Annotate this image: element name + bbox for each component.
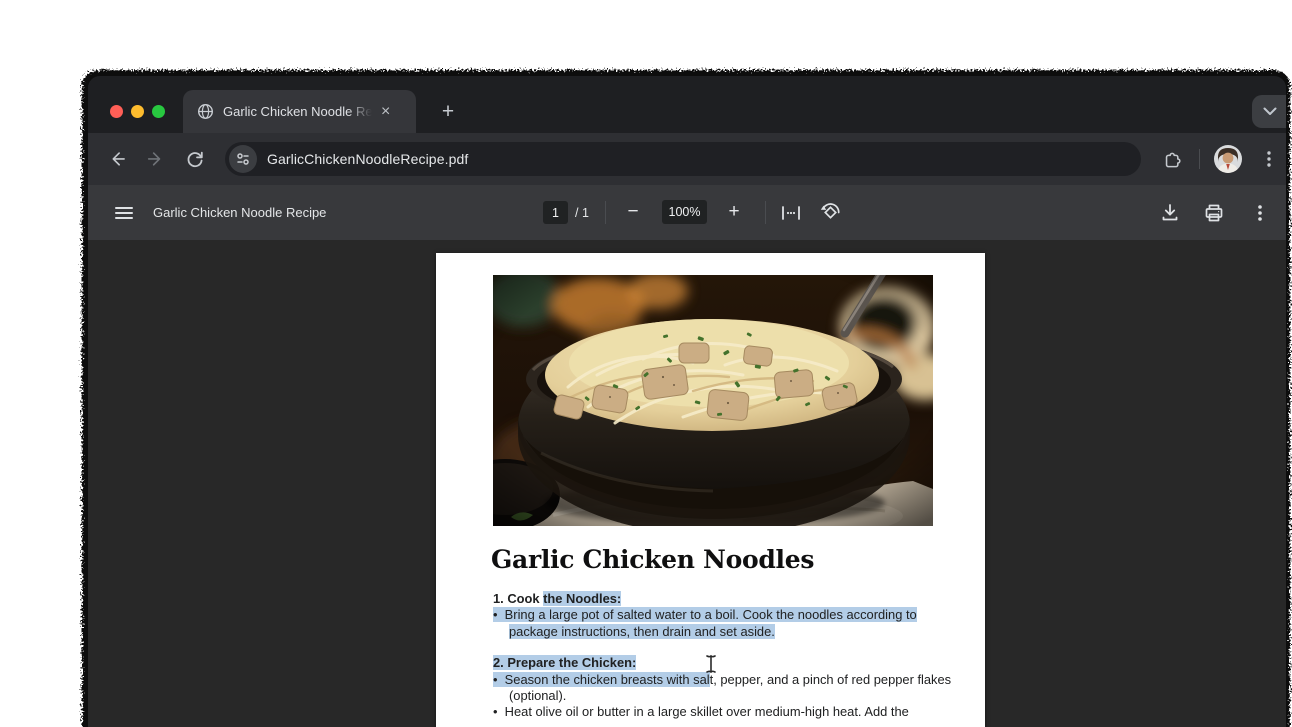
zoom-in-button[interactable]: + (722, 200, 746, 224)
pdf-more-options-button[interactable] (1249, 202, 1271, 224)
back-button[interactable] (107, 149, 127, 169)
new-tab-button[interactable]: + (434, 98, 462, 126)
text-cursor (704, 654, 718, 674)
kebab-icon (1258, 205, 1262, 221)
address-bar[interactable]: GarlicChickenNoodleRecipe.pdf (225, 142, 1141, 176)
tab-title: Garlic Chicken Noodle Reci (223, 104, 375, 119)
pdf-text-line: 2. Prepare the Chicken: (493, 655, 943, 671)
recipe-heading: Garlic Chicken Noodles (491, 545, 814, 574)
recipe-photo (493, 275, 933, 526)
pdf-text-line: package instructions, then drain and set… (493, 624, 943, 640)
zoom-window-button[interactable] (152, 105, 165, 118)
site-settings-button[interactable] (229, 145, 257, 173)
hamburger-icon (116, 208, 132, 218)
browser-toolbar: GarlicChickenNoodleRecipe.pdf (88, 133, 1286, 185)
screenshot: { "window": { "traffic_lights": ["close"… (0, 0, 1292, 727)
pdf-viewer[interactable]: Garlic Chicken Noodles 1. Cook the Noodl… (88, 240, 1286, 727)
pdf-toolbar-divider (605, 201, 606, 224)
pdf-toolbar-divider-2 (765, 201, 766, 224)
extensions-button[interactable] (1162, 149, 1182, 169)
pdf-text-line: • Bring a large pot of salted water to a… (493, 607, 943, 623)
pdf-document-title: Garlic Chicken Noodle Recipe (153, 205, 326, 220)
close-window-button[interactable] (110, 105, 123, 118)
puzzle-icon (1167, 153, 1180, 166)
pdf-text-line: 1. Cook the Noodles: (493, 591, 943, 607)
download-icon (1164, 205, 1177, 220)
tab-garlic-chicken-noodle-recipe[interactable]: Garlic Chicken Noodle Reci × (183, 90, 416, 133)
rotate-button[interactable] (819, 201, 842, 224)
url-text: GarlicChickenNoodleRecipe.pdf (267, 151, 468, 167)
pdf-menu-button[interactable] (113, 202, 135, 224)
zoom-out-button[interactable]: − (621, 200, 645, 224)
fit-to-width-button[interactable] (780, 202, 802, 224)
reload-button[interactable] (185, 149, 205, 169)
profile-avatar[interactable] (1214, 145, 1242, 178)
minimize-window-button[interactable] (131, 105, 144, 118)
toolbar-divider (1199, 149, 1200, 169)
globe-icon (197, 103, 214, 120)
rotate-ccw-icon (821, 204, 839, 218)
zoom-level-input[interactable]: 100% (662, 200, 707, 224)
browser-window: Garlic Chicken Noodle Reci × + (88, 76, 1286, 727)
page-count-label: / 1 (575, 206, 589, 220)
tab-search-button[interactable] (1252, 95, 1286, 128)
fit-width-icon (783, 207, 799, 219)
browser-menu-button[interactable] (1259, 149, 1279, 169)
tune-icon (235, 151, 251, 167)
tab-close-icon[interactable]: × (381, 104, 390, 120)
pdf-text-list: 1. Cook the Noodles:• Bring a large pot … (493, 591, 943, 721)
pdf-text-line: • Heat olive oil or butter in a large sk… (493, 704, 943, 720)
chevron-down-icon (1263, 107, 1277, 116)
pdf-toolbar: Garlic Chicken Noodle Recipe 1 / 1 − 100… (88, 185, 1286, 240)
print-icon (1207, 206, 1222, 221)
pdf-text-line: (optional). (493, 688, 943, 704)
download-button[interactable] (1159, 202, 1181, 224)
kebab-icon (1267, 151, 1270, 166)
tab-strip: Garlic Chicken Noodle Reci × + (88, 76, 1286, 133)
traffic-lights (110, 105, 165, 118)
forward-button[interactable] (146, 149, 166, 169)
page-number-input[interactable]: 1 (543, 201, 568, 224)
print-button[interactable] (1203, 202, 1225, 224)
pdf-text-line: • Season the chicken breasts with salt, … (493, 672, 943, 688)
